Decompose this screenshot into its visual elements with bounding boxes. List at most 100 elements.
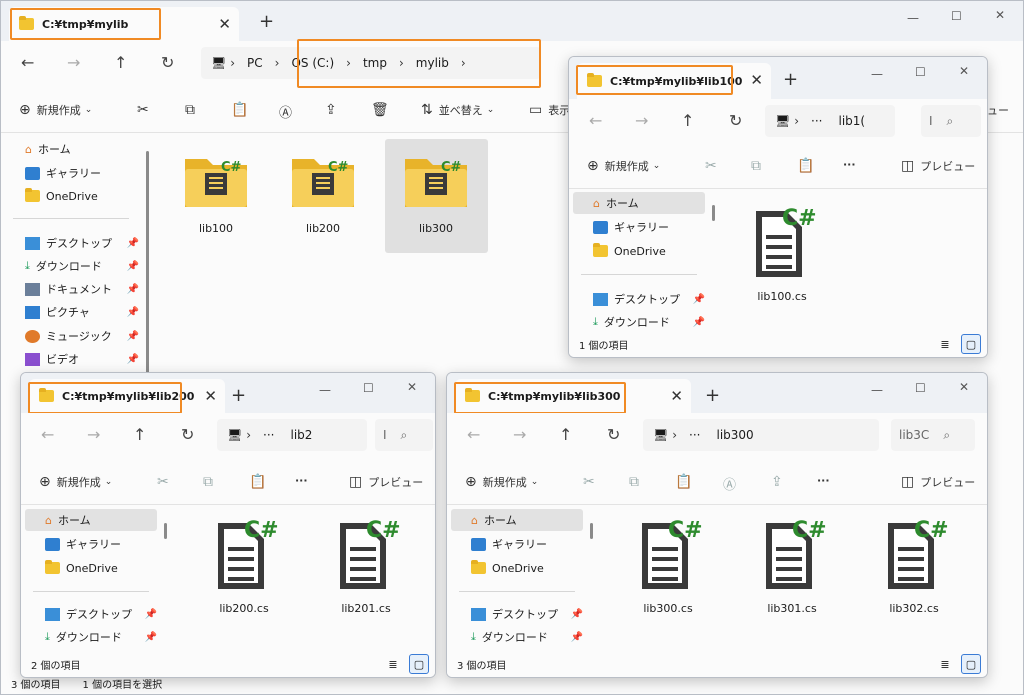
forward-icon[interactable]: → [635,111,648,130]
pin-icon[interactable]: 📌 [127,354,139,365]
cut-icon[interactable]: ✂ [583,474,595,490]
cut-icon[interactable]: ✂ [137,102,149,118]
back-icon[interactable]: ← [589,111,602,130]
search-input[interactable]: I ⌕ [921,105,981,137]
sidebar-item-gallery[interactable]: ギャラリー [5,162,101,184]
pin-icon[interactable]: 📌 [127,307,139,318]
tiles-view-icon[interactable]: ▢ [961,334,981,354]
sidebar-item-home[interactable]: ⌂ ホーム [573,192,705,214]
sidebar-item-onedrive[interactable]: OneDrive [573,240,666,262]
file-item[interactable]: C# lib300.cs [625,513,711,615]
refresh-icon[interactable]: ↻ [607,425,620,444]
share-icon[interactable]: ⇪ [325,102,337,118]
sidebar-item-download[interactable]: ⤓ ダウンロード 📌 [25,626,163,648]
sidebar-item-home[interactable]: ⌂ ホーム [451,509,583,531]
paste-icon[interactable]: 📋 [231,102,248,118]
view-button[interactable]: ▭ 表示 [529,102,570,118]
sidebar-item-gallery[interactable]: ギャラリー [25,533,121,555]
delete-icon[interactable]: 🗑 [371,102,389,118]
sidebar-scrollbar[interactable] [590,523,593,539]
close-window-icon[interactable]: ✕ [959,380,969,394]
copy-icon[interactable]: ⧉ [185,102,195,118]
folder-item[interactable]: C# lib100 [173,151,259,235]
more-icon[interactable]: ··· [295,474,308,487]
details-view-icon[interactable]: ≣ [383,654,403,674]
cut-icon[interactable]: ✂ [705,158,717,174]
ellipsis-icon[interactable]: ··· [811,114,822,128]
tiles-view-icon[interactable]: ▢ [409,654,429,674]
sort-button[interactable]: ⇅ 並べ替え ⌄ [421,102,494,118]
close-icon[interactable]: ✕ [750,71,763,89]
ellipsis-icon[interactable]: ··· [689,428,700,442]
forward-icon[interactable]: → [87,425,100,444]
pin-icon[interactable]: 📌 [693,294,705,305]
more-icon[interactable]: ··· [843,158,856,171]
sidebar-item-download[interactable]: ⤓ ダウンロード 📌 [5,255,145,277]
maximize-icon[interactable]: ☐ [951,9,962,23]
up-icon[interactable]: ↑ [133,425,146,444]
paste-icon[interactable]: 📋 [675,474,692,490]
new-button[interactable]: ⊕ 新規作成 ⌄ [465,474,538,490]
pin-icon[interactable]: 📌 [145,609,157,620]
new-button[interactable]: ⊕ 新規作成 ⌄ [19,102,92,118]
minimize-icon[interactable]: — [319,383,331,397]
sidebar-item-gallery[interactable]: ギャラリー [451,533,547,555]
copy-icon[interactable]: ⧉ [751,158,761,174]
maximize-icon[interactable]: ☐ [915,65,926,79]
pin-icon[interactable]: 📌 [693,317,705,328]
sidebar-item-desktop[interactable]: デスクトップ 📌 [5,232,145,254]
search-icon[interactable]: ⌕ [943,428,950,443]
sidebar-scrollbar[interactable] [146,151,149,376]
file-item[interactable]: C# lib301.cs [749,513,835,615]
paste-icon[interactable]: 📋 [249,474,266,490]
details-view-icon[interactable]: ≣ [935,334,955,354]
refresh-icon[interactable]: ↻ [181,425,194,444]
close-window-icon[interactable]: ✕ [959,64,969,78]
back-icon[interactable]: ← [41,425,54,444]
sidebar-item-desktop[interactable]: デスクトップ 📌 [25,603,163,625]
sidebar-item-home[interactable]: ⌂ ホーム [5,138,71,160]
sidebar-item-desktop[interactable]: デスクトップ 📌 [573,288,711,310]
share-icon[interactable]: ⇪ [771,474,783,490]
sidebar-item-music[interactable]: ミュージック 📌 [5,325,145,347]
rename-icon[interactable]: Ⓐ [723,474,736,493]
refresh-icon[interactable]: ↻ [161,53,174,72]
close-icon[interactable]: ✕ [670,387,683,405]
new-tab-icon[interactable]: + [705,385,720,406]
up-icon[interactable]: ↑ [559,425,572,444]
forward-icon[interactable]: → [513,425,526,444]
sidebar-item-pictures[interactable]: ピクチャ 📌 [5,301,145,323]
pin-icon[interactable]: 📌 [145,632,157,643]
sidebar-item-download[interactable]: ⤓ ダウンロード 📌 [451,626,589,648]
sidebar-item-gallery[interactable]: ギャラリー [573,216,669,238]
back-icon[interactable]: ← [467,425,480,444]
sidebar-item-home[interactable]: ⌂ ホーム [25,509,157,531]
pin-icon[interactable]: 📌 [127,284,139,295]
new-button[interactable]: ⊕ 新規作成 ⌄ [39,474,112,490]
rename-icon[interactable]: Ⓐ [279,102,292,121]
sidebar-item-onedrive[interactable]: OneDrive [451,557,544,579]
sidebar-item-desktop[interactable]: デスクトップ 📌 [451,603,589,625]
preview-button[interactable]: ◫ プレビュー [349,474,423,490]
search-icon[interactable]: ⌕ [401,428,408,443]
new-tab-icon[interactable]: + [231,385,246,406]
maximize-icon[interactable]: ☐ [363,381,374,395]
up-icon[interactable]: ↑ [681,111,694,130]
pin-icon[interactable]: 📌 [571,632,583,643]
ellipsis-icon[interactable]: ··· [263,428,274,442]
sidebar-item-documents[interactable]: ドキュメント 📌 [5,278,145,300]
pin-icon[interactable]: 📌 [571,609,583,620]
folder-item-selected[interactable]: C# lib300 [393,151,479,235]
up-icon[interactable]: ↑ [114,53,127,72]
preview-button[interactable]: ◫ プレビュー [901,474,975,490]
sidebar-item-download[interactable]: ⤓ ダウンロード 📌 [573,311,711,333]
minimize-icon[interactable]: — [871,67,883,81]
forward-icon[interactable]: → [67,53,80,72]
paste-icon[interactable]: 📋 [797,158,814,174]
minimize-icon[interactable]: — [907,11,919,25]
sidebar-item-onedrive[interactable]: OneDrive [5,185,98,207]
new-tab-icon[interactable]: + [783,69,798,90]
pin-icon[interactable]: 📌 [127,238,139,249]
copy-icon[interactable]: ⧉ [203,474,213,490]
details-view-icon[interactable]: ≣ [935,654,955,674]
